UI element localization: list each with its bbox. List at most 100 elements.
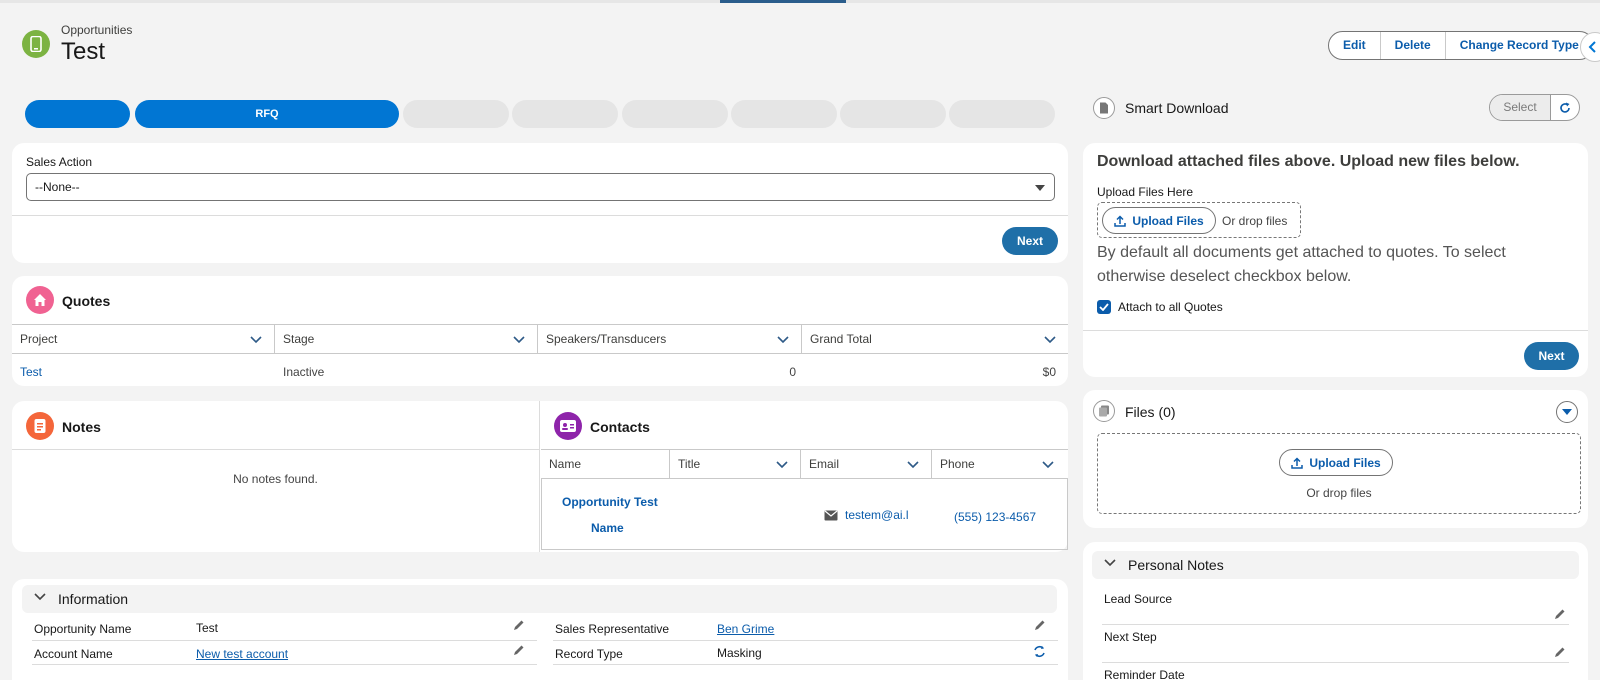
chevron-down-icon bbox=[1104, 559, 1116, 567]
quotes-icon bbox=[26, 286, 54, 314]
opportunity-name-value: Test bbox=[196, 621, 219, 635]
table-row: Opportunity Test Name testem@ai.l (555) … bbox=[541, 479, 1068, 550]
path-step-current[interactable]: RFQ bbox=[135, 100, 399, 128]
pencil-icon[interactable] bbox=[1034, 619, 1046, 631]
files-drop-zone[interactable]: Upload Files Or drop files bbox=[1097, 433, 1581, 514]
chevron-left-icon bbox=[1588, 41, 1596, 53]
column-header-phone[interactable]: Phone bbox=[932, 450, 1066, 478]
select-button-group: Select bbox=[1489, 94, 1580, 121]
files-upload-button[interactable]: Upload Files bbox=[1279, 449, 1393, 476]
smart-download-heading: Download attached files above. Upload ne… bbox=[1097, 153, 1520, 170]
divider bbox=[553, 640, 1058, 641]
pencil-icon[interactable] bbox=[1554, 646, 1566, 658]
column-header-email[interactable]: Email bbox=[801, 450, 932, 478]
path-step-7[interactable] bbox=[840, 100, 946, 128]
refresh-icon bbox=[1560, 102, 1570, 113]
pencil-icon[interactable] bbox=[513, 619, 525, 631]
column-label: Project bbox=[20, 332, 58, 346]
sales-action-next-button[interactable]: Next bbox=[1002, 227, 1058, 255]
path-step-6[interactable] bbox=[731, 100, 837, 128]
path-step-1[interactable] bbox=[25, 100, 130, 128]
quote-project-link[interactable]: Test bbox=[20, 365, 42, 379]
pencil-icon[interactable] bbox=[1554, 608, 1566, 620]
next-step-label: Next Step bbox=[1104, 630, 1157, 644]
attach-description: By default all documents get attached to… bbox=[1097, 244, 1506, 285]
contact-phone-link[interactable]: (555) 123-4567 bbox=[954, 510, 1036, 524]
chevron-down-icon bbox=[250, 336, 262, 344]
divider bbox=[12, 449, 539, 450]
opportunity-name-label: Opportunity Name bbox=[34, 622, 132, 636]
quotes-card: Quotes Project Stage Speakers/Transducer… bbox=[12, 276, 1068, 386]
information-title: Information bbox=[58, 591, 129, 607]
change-record-type-icon[interactable] bbox=[1033, 645, 1046, 658]
edit-button[interactable]: Edit bbox=[1329, 32, 1381, 59]
path-step-3[interactable] bbox=[403, 100, 509, 128]
pencil-icon[interactable] bbox=[513, 644, 525, 656]
sales-action-label: Sales Action bbox=[26, 155, 93, 169]
refresh-button[interactable] bbox=[1551, 95, 1579, 120]
contacts-icon bbox=[554, 412, 582, 440]
personal-notes-card: Personal Notes Lead Source Next Step Rem… bbox=[1083, 542, 1588, 680]
notes-icon bbox=[26, 412, 54, 440]
sales-rep-label: Sales Representative bbox=[555, 622, 670, 636]
smart-download-title: Smart Download bbox=[1125, 100, 1229, 116]
contact-name-link-line2[interactable]: Name bbox=[591, 521, 624, 535]
column-header-name[interactable]: Name bbox=[541, 450, 670, 478]
column-header-project[interactable]: Project bbox=[12, 325, 275, 353]
personal-notes-title: Personal Notes bbox=[1128, 557, 1224, 573]
column-header-title[interactable]: Title bbox=[670, 450, 801, 478]
sales-action-select[interactable]: --None-- bbox=[26, 173, 1055, 201]
select-button[interactable]: Select bbox=[1490, 95, 1551, 120]
record-title: Test bbox=[61, 38, 106, 65]
chevron-down-icon bbox=[907, 461, 919, 469]
information-card: Information Opportunity Name Test Accoun… bbox=[12, 579, 1068, 680]
column-label: Stage bbox=[283, 332, 315, 346]
caret-down-icon bbox=[1562, 409, 1572, 415]
chevron-down-icon bbox=[1042, 461, 1054, 469]
column-header-stage[interactable]: Stage bbox=[275, 325, 538, 353]
sales-action-card: Sales Action --None-- Next bbox=[12, 143, 1068, 263]
upload-icon bbox=[1114, 214, 1127, 227]
account-name-label: Account Name bbox=[34, 647, 113, 661]
contacts-title: Contacts bbox=[590, 419, 650, 435]
column-header-grand-total[interactable]: Grand Total bbox=[802, 325, 1068, 353]
attach-all-checkbox[interactable] bbox=[1097, 300, 1111, 314]
smart-download-next-button[interactable]: Next bbox=[1524, 342, 1579, 370]
chevron-down-icon bbox=[777, 336, 789, 344]
record-actions: Edit Delete Change Record Type bbox=[1328, 31, 1594, 60]
contact-email-link[interactable]: testem@ai.l bbox=[845, 508, 909, 522]
quotes-table-header: Project Stage Speakers/Transducers Grand… bbox=[12, 324, 1068, 354]
upload-files-label: Upload Files Here bbox=[1097, 185, 1194, 199]
path-step-5[interactable] bbox=[622, 100, 728, 128]
quote-stage: Inactive bbox=[283, 365, 325, 379]
files-drop-text: Or drop files bbox=[1306, 486, 1372, 500]
column-label: Title bbox=[678, 457, 701, 471]
path-step-4[interactable] bbox=[512, 100, 618, 128]
files-menu-button[interactable] bbox=[1556, 401, 1578, 423]
chevron-down-icon bbox=[513, 336, 525, 344]
upload-files-button-label: Upload Files bbox=[1132, 213, 1204, 228]
chevron-down-icon bbox=[34, 593, 46, 601]
contact-name-link[interactable]: Opportunity Test bbox=[562, 495, 658, 509]
divider bbox=[32, 640, 537, 641]
divider bbox=[1102, 624, 1569, 625]
email-icon bbox=[824, 510, 838, 521]
quotes-title: Quotes bbox=[62, 293, 111, 309]
column-label: Grand Total bbox=[810, 332, 872, 346]
contacts-table-header: Name Title Email Phone bbox=[541, 449, 1068, 479]
sales-rep-link[interactable]: Ben Grime bbox=[717, 622, 774, 636]
personal-notes-section-header[interactable]: Personal Notes bbox=[1092, 551, 1579, 579]
divider bbox=[32, 664, 537, 665]
divider bbox=[553, 664, 1058, 665]
account-name-link[interactable]: New test account bbox=[196, 647, 288, 661]
column-header-speakers[interactable]: Speakers/Transducers bbox=[538, 325, 802, 353]
information-section-header[interactable]: Information bbox=[22, 585, 1057, 613]
path-step-8[interactable] bbox=[949, 100, 1055, 128]
upload-files-button[interactable]: Upload Files bbox=[1102, 207, 1216, 234]
upload-drop-zone[interactable]: Upload Files Or drop files bbox=[1097, 202, 1301, 238]
chevron-down-icon bbox=[776, 461, 788, 469]
change-record-type-button[interactable]: Change Record Type bbox=[1446, 32, 1593, 59]
delete-button[interactable]: Delete bbox=[1381, 32, 1446, 59]
chevron-down-icon bbox=[1044, 336, 1056, 344]
lead-source-label: Lead Source bbox=[1104, 592, 1173, 606]
